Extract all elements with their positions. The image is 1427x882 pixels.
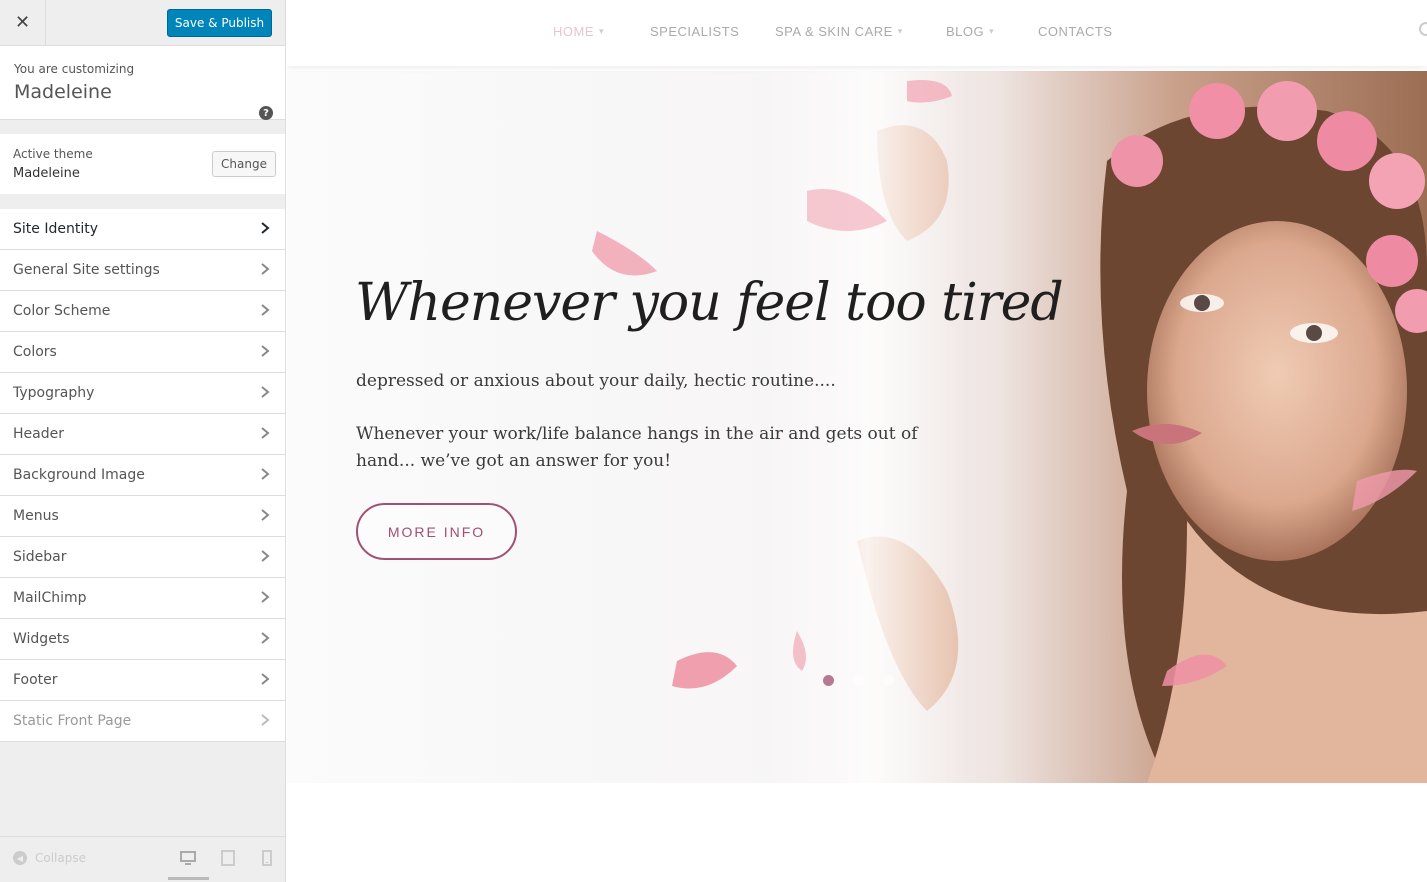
customizer-panel: ✕ Save & Publish You are customizing Mad…	[0, 0, 286, 882]
section-menus[interactable]: Menus	[0, 496, 285, 537]
section-label: Color Scheme	[13, 303, 111, 319]
section-sidebar[interactable]: Sidebar	[0, 537, 285, 578]
section-label: Site Identity	[13, 221, 98, 237]
section-label: Sidebar	[13, 549, 67, 565]
section-label: Widgets	[13, 631, 70, 647]
section-mailchimp[interactable]: MailChimp	[0, 578, 285, 619]
section-static-front-page[interactable]: Static Front Page	[0, 701, 285, 742]
section-label: Footer	[13, 672, 58, 688]
hero-slider: Whenever you feel too tired depressed or…	[287, 71, 1427, 783]
collapse-label: Collapse	[35, 851, 86, 865]
section-background-image[interactable]: Background Image	[0, 455, 285, 496]
chevron-right-icon	[261, 427, 270, 439]
nav-label: CONTACTS	[1038, 24, 1113, 39]
section-footer[interactable]: Footer	[0, 660, 285, 701]
chevron-down-icon: ▾	[989, 26, 995, 36]
customizing-info: You are customizing Madeleine ?	[0, 46, 285, 120]
chevron-right-icon	[261, 386, 270, 398]
chevron-right-icon	[261, 673, 270, 685]
section-label: Background Image	[13, 467, 145, 483]
customizer-header: ✕ Save & Publish	[0, 0, 285, 46]
nav-item-home[interactable]: HOME ▾	[553, 24, 604, 39]
section-typography[interactable]: Typography	[0, 373, 285, 414]
active-device-indicator	[168, 877, 209, 880]
nav-label: SPECIALISTS	[650, 24, 740, 39]
chevron-right-icon	[261, 468, 270, 480]
site-title: Madeleine	[14, 81, 112, 103]
section-widgets[interactable]: Widgets	[0, 619, 285, 660]
section-site-identity[interactable]: Site Identity	[0, 209, 285, 250]
chevron-right-icon	[261, 632, 270, 644]
section-header[interactable]: Header	[0, 414, 285, 455]
change-theme-button[interactable]: Change	[212, 151, 276, 177]
desktop-icon[interactable]	[180, 850, 196, 866]
chevron-right-icon	[261, 509, 270, 521]
nav-item-spa-skin-care[interactable]: SPA & SKIN CARE ▾	[775, 24, 903, 39]
nav-label: SPA & SKIN CARE	[775, 24, 893, 39]
slider-dot[interactable]	[853, 675, 864, 686]
chevron-right-icon	[261, 550, 270, 562]
nav-label: HOME	[553, 24, 594, 39]
active-theme-label: Active theme	[13, 147, 93, 161]
tablet-icon[interactable]	[220, 850, 236, 866]
section-label: General Site settings	[13, 262, 160, 278]
collapse-arrow-icon: ◀	[13, 851, 27, 865]
section-label: MailChimp	[13, 590, 87, 606]
active-theme-panel: Active theme Madeleine Change	[0, 134, 285, 194]
chevron-down-icon: ▾	[599, 26, 605, 36]
nav-item-blog[interactable]: BLOG ▾	[946, 24, 994, 39]
customizer-footer: ◀ Collapse	[0, 836, 285, 882]
section-label: Colors	[13, 344, 57, 360]
chevron-right-icon	[261, 263, 270, 275]
active-theme-name: Madeleine	[13, 166, 80, 181]
hero-title: Whenever you feel too tired	[355, 273, 1064, 333]
section-label: Static Front Page	[13, 713, 132, 729]
collapse-button[interactable]: ◀ Collapse	[13, 851, 86, 865]
slider-dot[interactable]	[883, 675, 894, 686]
chevron-right-icon	[261, 222, 270, 234]
customizer-sections: Site Identity General Site settings Colo…	[0, 209, 285, 742]
hero-subtitle: depressed or anxious about your daily, h…	[356, 371, 836, 391]
site-preview: HOME ▾ SPECIALISTS SPA & SKIN CARE ▾ BLO…	[287, 0, 1427, 882]
section-label: Menus	[13, 508, 59, 524]
section-color-scheme[interactable]: Color Scheme	[0, 291, 285, 332]
slider-dot-active[interactable]	[823, 675, 834, 686]
section-colors[interactable]: Colors	[0, 332, 285, 373]
more-info-button[interactable]: MORE INFO	[356, 503, 517, 560]
close-icon[interactable]: ✕	[0, 0, 46, 45]
search-icon[interactable]	[1419, 22, 1427, 36]
site-navigation: HOME ▾ SPECIALISTS SPA & SKIN CARE ▾ BLO…	[287, 0, 1427, 66]
chevron-down-icon: ▾	[897, 26, 903, 36]
hero-description: Whenever your work/life balance hangs in…	[356, 424, 918, 471]
customizing-label: You are customizing	[14, 62, 135, 76]
save-publish-button[interactable]: Save & Publish	[167, 9, 272, 37]
nav-label: BLOG	[946, 24, 985, 39]
nav-item-contacts[interactable]: CONTACTS	[1038, 24, 1113, 39]
nav-item-specialists[interactable]: SPECIALISTS	[650, 24, 739, 39]
section-general-site-settings[interactable]: General Site settings	[0, 250, 285, 291]
help-icon[interactable]: ?	[259, 106, 273, 120]
chevron-right-icon	[261, 591, 270, 603]
chevron-right-icon	[261, 304, 270, 316]
mobile-icon[interactable]	[259, 850, 275, 866]
section-label: Header	[13, 426, 64, 442]
chevron-right-icon	[261, 714, 270, 726]
chevron-right-icon	[261, 345, 270, 357]
section-label: Typography	[13, 385, 95, 401]
